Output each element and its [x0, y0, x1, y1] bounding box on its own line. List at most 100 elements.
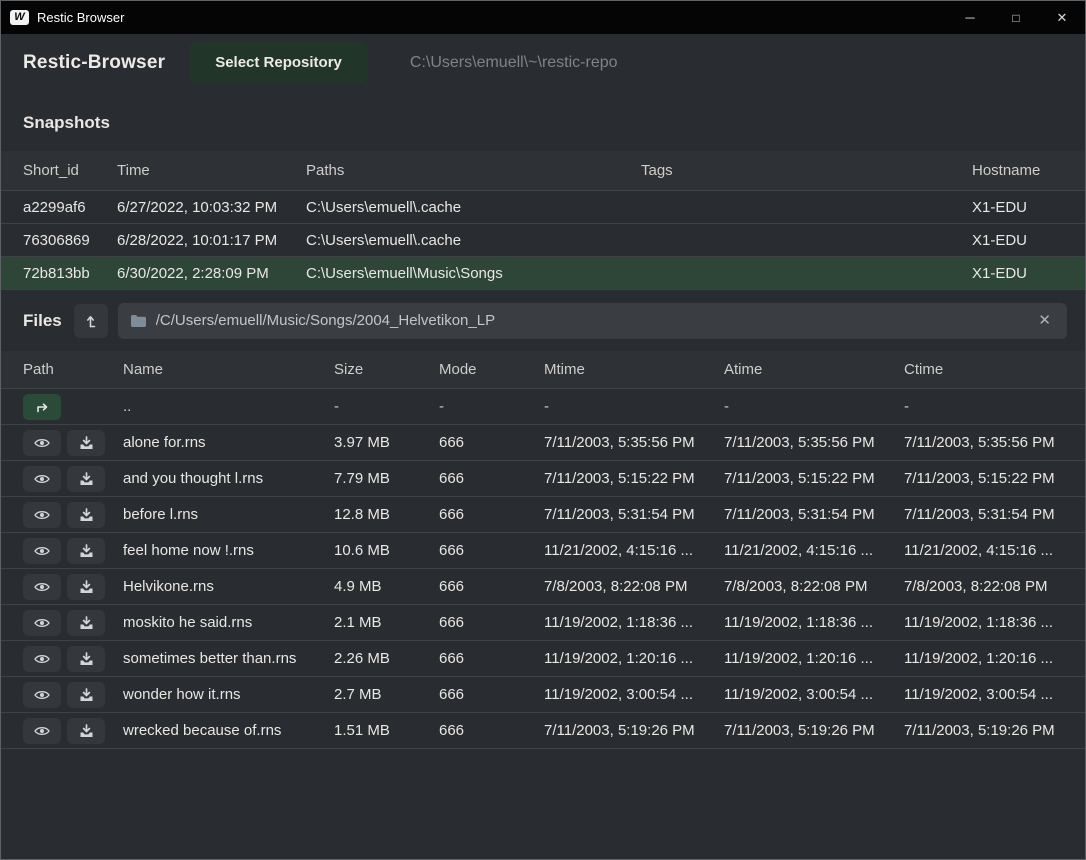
file-name: before l.rns: [123, 506, 334, 523]
file-ctime: 7/11/2003, 5:31:54 PM: [904, 506, 1063, 523]
repository-path: C:\Users\emuell\~\restic-repo: [410, 54, 618, 72]
files-path-input[interactable]: /C/Users/emuell/Music/Songs/2004_Helveti…: [118, 303, 1067, 339]
file-mtime: 7/11/2003, 5:15:22 PM: [544, 470, 724, 487]
file-row[interactable]: moskito he said.rns 2.1 MB 666 11/19/200…: [1, 605, 1085, 641]
up-level-button[interactable]: [74, 304, 108, 338]
app-logo-letter: W: [14, 12, 24, 23]
column-header-name: Name: [123, 361, 334, 378]
file-size: 2.7 MB: [334, 686, 439, 703]
file-row[interactable]: sometimes better than.rns 2.26 MB 666 11…: [1, 641, 1085, 677]
eye-icon: [33, 724, 51, 738]
file-mtime: 11/19/2002, 1:18:36 ...: [544, 614, 724, 631]
file-name: Helvikone.rns: [123, 578, 334, 595]
go-parent-button[interactable]: [23, 394, 61, 420]
download-icon: [79, 652, 94, 666]
file-mode: 666: [439, 614, 544, 631]
file-row-actions: [23, 538, 123, 564]
parent-directory-row[interactable]: .. - - - - -: [1, 389, 1085, 425]
file-size: 10.6 MB: [334, 542, 439, 559]
file-row[interactable]: wrecked because of.rns 1.51 MB 666 7/11/…: [1, 713, 1085, 749]
download-file-button[interactable]: [67, 466, 105, 492]
file-mtime: 7/11/2003, 5:31:54 PM: [544, 506, 724, 523]
column-header-paths: Paths: [306, 162, 641, 179]
file-atime: 7/11/2003, 5:19:26 PM: [724, 722, 904, 739]
preview-file-button[interactable]: [23, 646, 61, 672]
preview-file-button[interactable]: [23, 466, 61, 492]
preview-file-button[interactable]: [23, 718, 61, 744]
file-atime: 7/11/2003, 5:15:22 PM: [724, 470, 904, 487]
download-file-button[interactable]: [67, 538, 105, 564]
file-mtime: -: [544, 398, 724, 415]
snapshot-row[interactable]: 76306869 6/28/2022, 10:01:17 PM C:\Users…: [1, 224, 1085, 257]
minimize-icon: ─: [965, 10, 974, 25]
snapshot-row[interactable]: 72b813bb 6/30/2022, 2:28:09 PM C:\Users\…: [1, 257, 1085, 290]
maximize-icon: □: [1012, 11, 1019, 25]
file-row[interactable]: before l.rns 12.8 MB 666 7/11/2003, 5:31…: [1, 497, 1085, 533]
preview-file-button[interactable]: [23, 430, 61, 456]
download-file-button[interactable]: [67, 646, 105, 672]
eye-icon: [33, 688, 51, 702]
file-ctime: 7/11/2003, 5:35:56 PM: [904, 434, 1063, 451]
file-row[interactable]: and you thought l.rns 7.79 MB 666 7/11/2…: [1, 461, 1085, 497]
file-mode: 666: [439, 470, 544, 487]
file-size: 1.51 MB: [334, 722, 439, 739]
files-toolbar: Files /C/Users/emuell/Music/Songs/2004_H…: [1, 290, 1085, 351]
file-size: 12.8 MB: [334, 506, 439, 523]
preview-file-button[interactable]: [23, 682, 61, 708]
file-mtime: 11/19/2002, 1:20:16 ...: [544, 650, 724, 667]
download-file-button[interactable]: [67, 502, 105, 528]
preview-file-button[interactable]: [23, 502, 61, 528]
file-row[interactable]: Helvikone.rns 4.9 MB 666 7/8/2003, 8:22:…: [1, 569, 1085, 605]
file-row[interactable]: alone for.rns 3.97 MB 666 7/11/2003, 5:3…: [1, 425, 1085, 461]
file-mtime: 7/11/2003, 5:35:56 PM: [544, 434, 724, 451]
snapshot-short-id: 72b813bb: [23, 265, 117, 282]
maximize-button[interactable]: □: [993, 1, 1039, 34]
download-file-button[interactable]: [67, 430, 105, 456]
close-button[interactable]: ✕: [1039, 1, 1085, 34]
download-icon: [79, 724, 94, 738]
file-atime: 11/19/2002, 1:18:36 ...: [724, 614, 904, 631]
column-header-mtime: Mtime: [544, 361, 724, 378]
file-row-actions: [23, 718, 123, 744]
snapshot-hostname: X1-EDU: [972, 199, 1063, 216]
file-row[interactable]: wonder how it.rns 2.7 MB 666 11/19/2002,…: [1, 677, 1085, 713]
download-file-button[interactable]: [67, 574, 105, 600]
snapshots-table-body: a2299af6 6/27/2022, 10:03:32 PM C:\Users…: [1, 191, 1085, 290]
download-file-button[interactable]: [67, 610, 105, 636]
column-header-short-id: Short_id: [23, 162, 117, 179]
file-name: feel home now !.rns: [123, 542, 334, 559]
download-file-button[interactable]: [67, 718, 105, 744]
download-icon: [79, 436, 94, 450]
preview-file-button[interactable]: [23, 538, 61, 564]
file-atime: 7/8/2003, 8:22:08 PM: [724, 578, 904, 595]
file-name: wonder how it.rns: [123, 686, 334, 703]
file-mode: 666: [439, 650, 544, 667]
clear-path-button[interactable]: ✕: [1034, 311, 1055, 330]
file-mode: 666: [439, 542, 544, 559]
file-name: wrecked because of.rns: [123, 722, 334, 739]
snapshot-paths: C:\Users\emuell\.cache: [306, 199, 641, 216]
file-size: 7.79 MB: [334, 470, 439, 487]
snapshot-paths: C:\Users\emuell\Music\Songs: [306, 265, 641, 282]
minimize-button[interactable]: ─: [947, 1, 993, 34]
folder-icon: [130, 314, 147, 328]
column-header-atime: Atime: [724, 361, 904, 378]
file-ctime: 7/11/2003, 5:15:22 PM: [904, 470, 1063, 487]
column-header-size: Size: [334, 361, 439, 378]
download-icon: [79, 688, 94, 702]
eye-icon: [33, 436, 51, 450]
column-header-path: Path: [23, 361, 123, 378]
download-file-button[interactable]: [67, 682, 105, 708]
close-icon: ✕: [1057, 10, 1068, 26]
file-row[interactable]: feel home now !.rns 10.6 MB 666 11/21/20…: [1, 533, 1085, 569]
files-table-header: Path Name Size Mode Mtime Atime Ctime: [1, 351, 1085, 389]
file-size: 4.9 MB: [334, 578, 439, 595]
app-window: W Restic Browser ─ □ ✕ Restic-Browser Se…: [0, 0, 1086, 860]
preview-file-button[interactable]: [23, 574, 61, 600]
snapshot-row[interactable]: a2299af6 6/27/2022, 10:03:32 PM C:\Users…: [1, 191, 1085, 224]
titlebar: W Restic Browser ─ □ ✕: [1, 1, 1085, 34]
file-mtime: 11/21/2002, 4:15:16 ...: [544, 542, 724, 559]
preview-file-button[interactable]: [23, 610, 61, 636]
select-repository-button[interactable]: Select Repository: [189, 42, 368, 83]
files-heading: Files: [23, 311, 62, 331]
